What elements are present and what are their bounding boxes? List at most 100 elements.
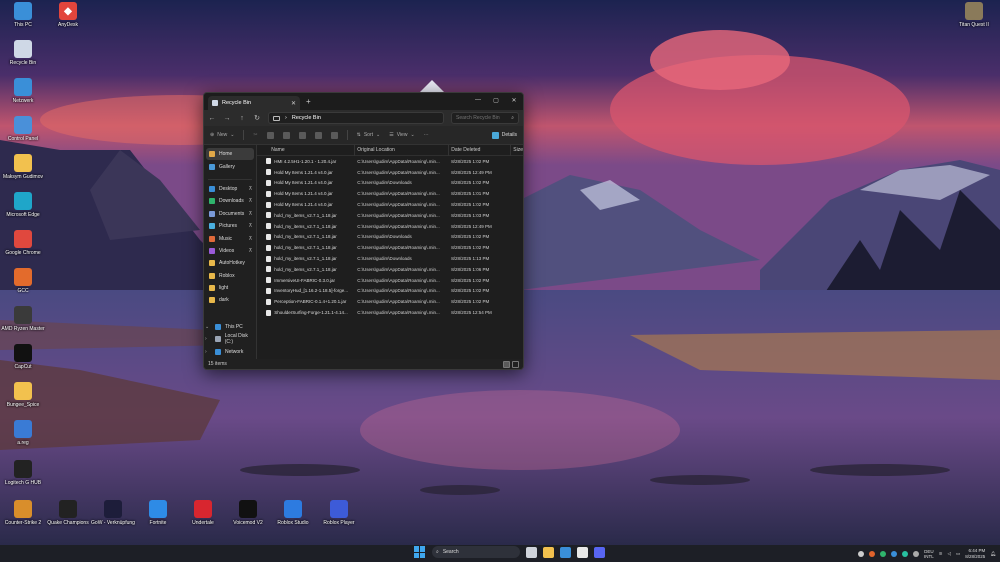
- desktop-icon[interactable]: This PC: [0, 2, 46, 28]
- up-button[interactable]: ↑: [238, 115, 246, 122]
- desktop-icon[interactable]: Maksym Gudimov: [0, 154, 46, 180]
- taskbar-search[interactable]: ⌕ Search: [432, 546, 520, 558]
- tray-app-icon[interactable]: [879, 550, 886, 557]
- desktop-icon[interactable]: Recycle Bin: [0, 40, 46, 66]
- search-box[interactable]: ⌕: [451, 112, 519, 124]
- close-tab-icon[interactable]: ✕: [291, 100, 296, 107]
- start-button[interactable]: [414, 546, 426, 558]
- nav-item[interactable]: Gallery: [204, 160, 256, 172]
- nav-item[interactable]: › Network: [204, 345, 256, 357]
- delete-button[interactable]: [330, 131, 338, 139]
- minimize-button[interactable]: —: [469, 93, 487, 107]
- table-row[interactable]: HMI 4.2.5H1-1.20.1 - 1.20.4.jar C:\Users\…: [257, 156, 523, 167]
- table-row[interactable]: InventoryHud_[1.16.2-1.18.5]-forge... C:\…: [257, 286, 523, 297]
- sort-button[interactable]: ⇅ Sort ⌄: [357, 132, 381, 138]
- desktop-icon[interactable]: Netzwerk: [0, 78, 46, 104]
- desktop-icon[interactable]: Voicemod V2: [225, 500, 271, 526]
- new-tab-button[interactable]: +: [306, 97, 311, 106]
- nav-item[interactable]: light: [204, 282, 256, 294]
- table-row[interactable]: hold_my_items_v2.7.1_1.18.jar C:\Users\gu…: [257, 253, 523, 264]
- desktop-icon[interactable]: Roblox Player: [316, 500, 362, 526]
- tray-app-icon[interactable]: [890, 550, 897, 557]
- table-row[interactable]: hold_my_items_v2.7.1_1.18.jar C:\Users\gu…: [257, 221, 523, 232]
- desktop-icon[interactable]: Control Panel: [0, 116, 46, 142]
- desktop-icon[interactable]: Quake Champions: [45, 500, 91, 526]
- tray-app-icon[interactable]: [901, 550, 908, 557]
- tray-app-icon[interactable]: [868, 550, 875, 557]
- notifications-icon[interactable]: 🔔︎: [990, 551, 996, 557]
- search-input[interactable]: [456, 115, 508, 121]
- address-bar[interactable]: › Recycle Bin: [268, 112, 444, 124]
- share-button[interactable]: [314, 131, 322, 139]
- details-button[interactable]: Details: [491, 131, 517, 139]
- new-button[interactable]: ⊕ New ⌄: [210, 132, 234, 138]
- nav-item[interactable]: Pictures ⊼: [204, 220, 256, 232]
- table-row[interactable]: Hold My Items 1.21.4 v4.0.jar C:\Users\gu…: [257, 167, 523, 178]
- nav-item[interactable]: Downloads ⊼: [204, 195, 256, 207]
- table-row[interactable]: Hold My Items 1.21.4 v4.0.jar C:\Users\gu…: [257, 178, 523, 189]
- desktop-icon[interactable]: Bungee_Spice: [0, 382, 46, 408]
- table-row[interactable]: hold_my_items_v2.7.1_1.18.jar C:\Users\gu…: [257, 210, 523, 221]
- refresh-button[interactable]: ↻: [253, 114, 261, 122]
- volume-icon[interactable]: ◁: [948, 551, 951, 557]
- chevron-up-icon[interactable]: [857, 550, 864, 557]
- desktop-icon-titan-quest[interactable]: Titan Quest II: [951, 2, 997, 28]
- desktop-icon[interactable]: Google Chrome: [0, 230, 46, 256]
- view-button[interactable]: ☰ View ⌄: [389, 132, 414, 138]
- nav-item[interactable]: ⌄ This PC: [204, 321, 256, 333]
- nav-item[interactable]: Roblox: [204, 270, 256, 282]
- column-header-date-deleted[interactable]: Date Deleted: [449, 144, 512, 156]
- nav-item[interactable]: Desktop ⊼: [204, 183, 256, 195]
- desktop-icon[interactable]: GCC: [0, 268, 46, 294]
- battery-icon[interactable]: ▭: [956, 551, 960, 557]
- table-row[interactable]: ImmersiveUI-FABRIC-0.3.0.jar C:\Users\gud…: [257, 275, 523, 286]
- language-indicator[interactable]: DEU INTL: [924, 549, 934, 559]
- calendar-icon[interactable]: [577, 546, 588, 558]
- tab-recycle-bin[interactable]: Recycle Bin ✕: [208, 96, 300, 110]
- rename-button[interactable]: [298, 131, 306, 139]
- desktop-icon-anydesk[interactable]: ◆ AnyDesk: [45, 2, 91, 28]
- nav-item[interactable]: › Local Disk (C:): [204, 333, 256, 345]
- nav-item[interactable]: Videos ⊼: [204, 245, 256, 257]
- desktop-icon[interactable]: CapCut: [0, 344, 46, 370]
- copy-button[interactable]: [266, 131, 274, 139]
- desktop-icon[interactable]: AMD Ryzen Master: [0, 306, 46, 332]
- desktop-icon[interactable]: GoW - Verknüpfung: [90, 500, 136, 526]
- forward-button[interactable]: →: [223, 115, 231, 122]
- expand-chevron-icon[interactable]: ›: [205, 349, 207, 355]
- clock[interactable]: 6:44 PM 8/28/2025: [965, 548, 985, 560]
- details-view-button[interactable]: [503, 360, 510, 368]
- table-row[interactable]: hold_my_items_v2.7.1_1.18.jar C:\Users\gu…: [257, 242, 523, 253]
- nav-item[interactable]: dark: [204, 294, 256, 306]
- desktop-icon[interactable]: Undertale: [180, 500, 226, 526]
- file-explorer-icon[interactable]: [543, 546, 554, 558]
- cut-button[interactable]: ✂: [253, 132, 257, 138]
- desktop-icon[interactable]: Microsoft Edge: [0, 192, 46, 218]
- desktop-icon[interactable]: Roblox Studio: [270, 500, 316, 526]
- store-icon[interactable]: [560, 546, 571, 558]
- table-row[interactable]: Perception-FABRIC-0.1.4+1.20.1.jar C:\Use…: [257, 296, 523, 307]
- column-header-size[interactable]: Size: [511, 145, 523, 156]
- expand-chevron-icon[interactable]: ›: [205, 336, 207, 342]
- table-row[interactable]: ShoulderSurfing-Forge-1.21.1-4.14... C:\U…: [257, 307, 523, 318]
- back-button[interactable]: ←: [208, 115, 216, 122]
- expand-chevron-icon[interactable]: ⌄: [205, 324, 209, 330]
- desktop-icon[interactable]: Fortnite: [135, 500, 181, 526]
- desktop-icon[interactable]: Logitech G HUB: [0, 460, 46, 486]
- nav-item[interactable]: AutoHotkey: [204, 257, 256, 269]
- discord-icon[interactable]: [594, 546, 605, 558]
- desktop-icon[interactable]: a.reg: [0, 420, 46, 446]
- nav-item[interactable]: Music ⊼: [204, 232, 256, 244]
- column-header-name[interactable]: Name: [257, 144, 356, 156]
- close-window-button[interactable]: ✕: [505, 93, 523, 107]
- nav-item[interactable]: Home: [206, 148, 255, 161]
- nav-item[interactable]: Documents ⊼: [204, 208, 256, 220]
- column-header-original-location[interactable]: Original Location: [355, 144, 450, 156]
- wifi-icon[interactable]: ≋: [939, 551, 943, 557]
- desktop-icon[interactable]: Counter-Strike 2: [0, 500, 46, 526]
- table-row[interactable]: Hold My Items 1.21.4 v4.0.jar C:\Users\gu…: [257, 199, 523, 210]
- task-view-icon[interactable]: [526, 546, 537, 558]
- paste-button[interactable]: [282, 131, 290, 139]
- tiles-view-button[interactable]: [512, 360, 519, 368]
- tray-app-icon[interactable]: [912, 550, 919, 557]
